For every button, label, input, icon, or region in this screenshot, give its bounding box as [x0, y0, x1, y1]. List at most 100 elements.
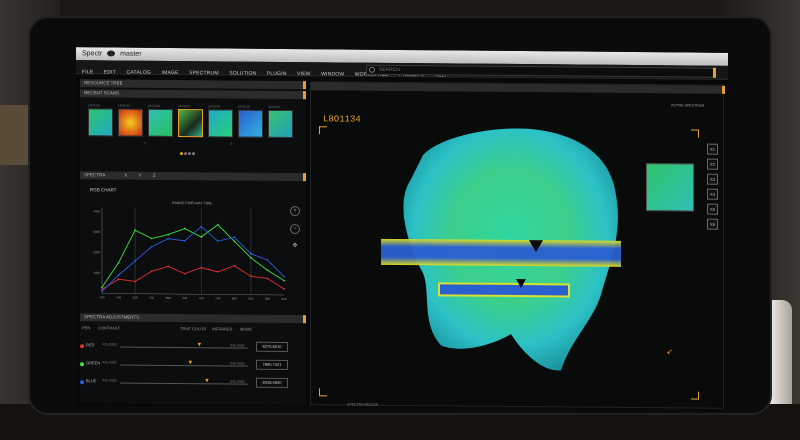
series-line-red [101, 265, 285, 290]
header-accent [303, 173, 306, 182]
slider-knob[interactable]: ▼ [187, 360, 193, 366]
thumb-label: L8O1135 [118, 103, 131, 108]
tab-y[interactable]: Y [139, 173, 142, 178]
data-point [216, 270, 219, 273]
spectra-region-label: SPECTRA REGION [347, 402, 379, 407]
move-icon[interactable]: ✥ [290, 242, 300, 252]
header-accent [303, 91, 306, 100]
zoom-in-icon[interactable]: + [290, 206, 300, 217]
menu-image[interactable]: IMAGE [161, 66, 178, 80]
side-button-x2[interactable]: X2 [707, 158, 718, 170]
adjust-row-green: GREEN 425.0000 ▼ 845.0000 7890.7401 [80, 357, 302, 373]
manuscript-scan[interactable] [311, 82, 725, 410]
prev-arrow-icon[interactable]: ‹ [144, 140, 146, 147]
side-button-x6[interactable]: X6 [707, 218, 718, 230]
row-label: GREEN [86, 360, 101, 366]
side-button-x3[interactable]: X3 [707, 173, 718, 185]
row-max: 845.0000 [230, 343, 245, 348]
scan-thumbnail[interactable] [208, 109, 233, 138]
scan-thumbnail[interactable] [148, 108, 173, 138]
header-accent [303, 81, 306, 90]
page-dot[interactable] [180, 152, 183, 156]
green-slider[interactable]: ▼ [120, 360, 248, 367]
next-arrow-icon[interactable]: › [230, 140, 232, 147]
thumb-label: L8O1134 [88, 103, 101, 108]
side-button-x1[interactable]: X1 [707, 143, 718, 155]
menu-solution[interactable]: SOLUTION [229, 66, 256, 80]
spectra-header: SPECTRA X Y Z [80, 171, 306, 182]
data-point [266, 277, 269, 280]
menu-edit[interactable]: EDIT [104, 65, 116, 79]
y-tick-label: 2000 [93, 250, 100, 254]
menu-file[interactable]: FILE [82, 65, 93, 79]
scan-thumbnail-selected[interactable] [178, 109, 203, 138]
scan-thumbnail[interactable] [88, 108, 113, 137]
side-button-column: X1 X2 X3 X4 X5 X6 [707, 143, 719, 234]
menu-plugin[interactable]: PLUGIN [267, 67, 287, 81]
pagination-dots[interactable] [180, 142, 200, 156]
blue-value-field[interactable]: 8038.5840 [256, 377, 288, 389]
x-tick-label: 500 [133, 296, 138, 300]
data-point [283, 287, 285, 290]
menu-window[interactable]: WINDOW [321, 67, 344, 81]
search-input[interactable] [379, 65, 699, 77]
page-dot[interactable] [192, 152, 195, 156]
data-point [266, 269, 269, 272]
row-label: RED [86, 342, 95, 348]
thumb-label: L8O1136 [148, 103, 161, 108]
side-button-x4[interactable]: X4 [707, 188, 718, 200]
resource-tree-header[interactable]: RESOURCE TREE [80, 79, 306, 90]
menu-spectrum[interactable]: SPECTRUM [189, 66, 219, 80]
data-point [150, 245, 153, 248]
col-pen: PEN [82, 325, 91, 331]
col-contrast: CONTRAST [98, 325, 120, 331]
menu-catalog[interactable]: CATALOG [126, 66, 151, 80]
image-viewer: L8O1134 ACTIVE SPECTRUM X1 X2 X3 X4 X5 X… [310, 81, 725, 410]
tab-z[interactable]: Z [153, 173, 156, 178]
row-label: BLUE [86, 378, 97, 384]
red-slider[interactable]: ▼ [120, 342, 248, 349]
recent-scans-header[interactable]: RECENT SCANS [80, 89, 306, 100]
data-point [250, 252, 252, 255]
x-tick-label: 450 [116, 296, 121, 300]
chart-title: RGB CHART [90, 187, 117, 192]
adjustments-title: SPECTRA ADJUSTMENTS [84, 314, 140, 320]
thumb-label: L8O1138 [208, 104, 221, 109]
scan-thumbnail[interactable] [118, 108, 143, 137]
x-tick-label: 800 [232, 297, 237, 301]
y-tick-label: 1000 [93, 271, 100, 275]
scan-thumbnail[interactable] [268, 109, 293, 139]
data-point [101, 286, 103, 289]
data-point [233, 236, 236, 239]
tab-x[interactable]: X [124, 173, 127, 178]
menu-view[interactable]: VIEW [297, 67, 311, 81]
data-point [183, 227, 186, 230]
slider-knob[interactable]: ▼ [196, 342, 202, 348]
scan-thumbnail[interactable] [238, 109, 263, 138]
zoom-out-icon[interactable]: − [290, 224, 300, 235]
slider-knob[interactable]: ▼ [204, 378, 210, 384]
thumb-label: L8O1137 [178, 104, 191, 109]
data-point [250, 256, 252, 259]
tab-spectra[interactable]: SPECTRA [84, 172, 105, 177]
blue-indicator [80, 380, 84, 385]
data-point [200, 236, 203, 238]
red-value-field[interactable]: 8276.6610 [256, 341, 288, 353]
spectra-sample-inset[interactable] [646, 163, 694, 212]
blue-slider[interactable]: ▼ [120, 378, 248, 385]
col-true-color: TRUE COLOR [180, 326, 207, 332]
data-point [134, 260, 136, 262]
x-tick-label: 650 [182, 296, 187, 300]
green-value-field[interactable]: 7890.7401 [256, 359, 288, 371]
page-dot[interactable] [184, 152, 187, 156]
data-point [101, 290, 103, 293]
data-point [216, 240, 219, 243]
data-point [117, 274, 120, 276]
data-point [134, 280, 136, 283]
page-dot[interactable] [188, 152, 191, 156]
data-point [200, 266, 203, 269]
data-point [183, 239, 186, 242]
side-button-x5[interactable]: X5 [707, 203, 718, 215]
row-min: 425.0000 [102, 342, 117, 347]
data-point [200, 225, 203, 228]
